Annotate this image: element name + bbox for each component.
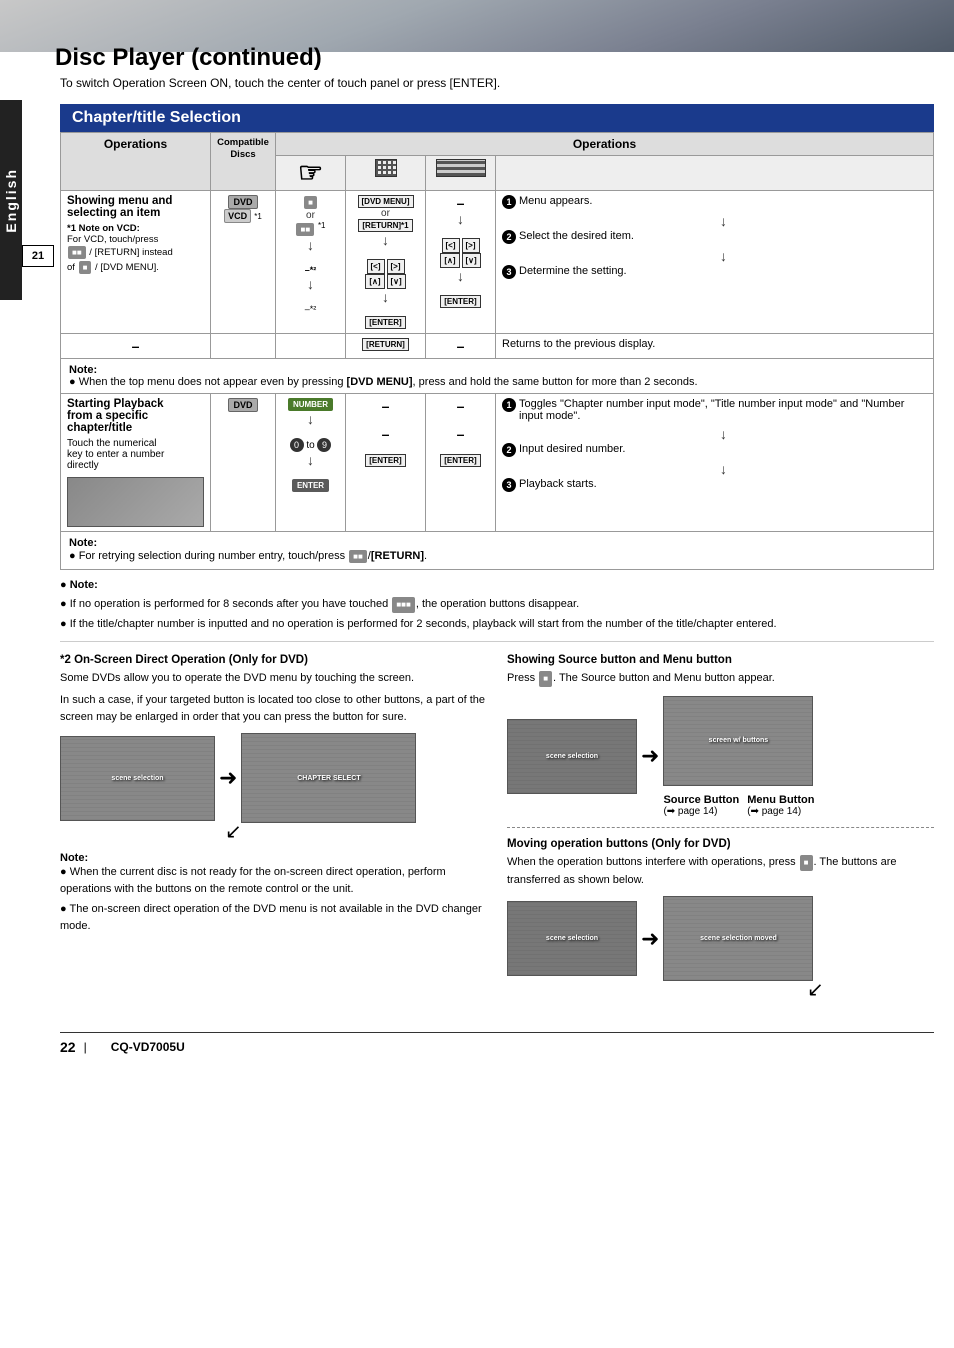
col-header-ops-span: Operations <box>276 133 934 156</box>
bottom-note-item1: If no operation is performed for 8 secon… <box>60 596 934 613</box>
section-title-bar: Chapter/title Selection <box>60 104 934 132</box>
main-content: To switch Operation Screen ON, touch the… <box>0 72 954 1055</box>
return-dash: – <box>61 333 211 358</box>
bottom-note-item2: If the title/chapter number is inputted … <box>60 617 934 632</box>
col-header-compatible: CompatibleDiscs <box>211 133 276 191</box>
section-title: Chapter/title Selection <box>72 109 241 126</box>
left-col-images: scene selection ➜ CHAPTER SELECT <box>60 733 487 823</box>
row1-col3: – ↓ [<] [>] [∧] [∨] ↓ <box>426 191 496 334</box>
right-screenshot-after: screen w/ buttons <box>663 696 813 786</box>
right-column: Showing Source button and Menu button Pr… <box>507 654 934 1003</box>
note-title: Note: <box>60 578 934 593</box>
operations-table: Operations CompatibleDiscs Operations ☞ <box>60 132 934 570</box>
note2-cell: Note: ● For retrying selection during nu… <box>61 531 934 569</box>
moving-arrow-icon: ➜ <box>641 926 659 952</box>
moving-body: When the operation buttons interfere wit… <box>507 854 934 889</box>
right-col-images: scene selection ➜ screen w/ buttons Sour… <box>507 696 934 817</box>
row1-compatible: DVD VCD *1 <box>211 191 276 334</box>
sub-header-result <box>496 156 934 191</box>
return-col2: [RETURN] <box>346 333 426 358</box>
note1-cell: Note: ● When the top menu does not appea… <box>61 358 934 393</box>
page-footer: 22 | CQ-VD7005U <box>60 1032 934 1055</box>
row1-result: 1 Menu appears. ↓ 2 Select the desired i… <box>496 191 934 334</box>
row2-result: 1 Toggles "Chapter number input mode", "… <box>496 393 934 531</box>
title-continued: (continued) <box>191 44 322 71</box>
sub-header-bars <box>426 156 496 191</box>
right-col-title: Showing Source button and Menu button <box>507 654 934 666</box>
screenshot-before: scene selection <box>60 736 215 821</box>
title-main: Disc Player <box>55 44 184 71</box>
subtitle-text: To switch Operation Screen ON, touch the… <box>60 72 934 98</box>
row2-operations: Starting Playbackfrom a specificchapter/… <box>61 393 211 531</box>
row2-compatible: DVD <box>211 393 276 531</box>
table-row-playback: Starting Playbackfrom a specificchapter/… <box>61 393 934 531</box>
bottom-notes: Note: If no operation is performed for 8… <box>60 578 934 642</box>
row1-operations: Showing menu andselecting an item *1 Not… <box>61 191 211 334</box>
footer-page-number: 22 <box>60 1039 76 1055</box>
right-arrow-icon: ➜ <box>641 743 659 769</box>
table-row-note2: Note: ● For retrying selection during nu… <box>61 531 934 569</box>
left-col-body1: Some DVDs allow you to operate the DVD m… <box>60 670 487 687</box>
moving-screenshot-before: scene selection <box>507 901 637 976</box>
footer-model-number: CQ-VD7005U <box>111 1040 185 1054</box>
right-col-body: Press ■. The Source button and Menu butt… <box>507 670 934 688</box>
row1-col1: ■ or ■■ *1 ↓ –*² ↓ –*² <box>276 191 346 334</box>
row2-col2: – – [ENTER] <box>346 393 426 531</box>
row2-col1: NUMBER ↓ 0 to 9 ↓ ENTER <box>276 393 346 531</box>
row1-col2: [DVD MENU] or [RETURN]*1 ↓ [<] [>] [∧] [… <box>346 191 426 334</box>
screenshot-after: CHAPTER SELECT <box>241 733 416 823</box>
sidebar-english-label: English <box>0 100 22 300</box>
page-title: Disc Player (continued) <box>55 44 322 72</box>
table-row-note1: Note: ● When the top menu does not appea… <box>61 358 934 393</box>
two-col-section: *2 On-Screen Direct Operation (Only for … <box>60 654 934 1003</box>
col-header-operations: Operations <box>61 133 211 191</box>
table-row: Showing menu andselecting an item *1 Not… <box>61 191 934 334</box>
return-col1-dash <box>276 333 346 358</box>
moving-images: scene selection ➜ scene selection moved <box>507 896 934 981</box>
moving-screenshot-after: scene selection moved <box>663 896 813 981</box>
sub-header-touch: ☞ <box>276 156 346 191</box>
left-col-body2: In such a case, if your targeted button … <box>60 692 487 725</box>
arrow-right-icon: ➜ <box>219 765 237 791</box>
row2-col3: – – [ENTER] <box>426 393 496 531</box>
right-screenshot-before: scene selection <box>507 719 637 794</box>
dashed-divider <box>507 827 934 828</box>
page-header: Disc Player (continued) <box>0 0 954 72</box>
keypad-image <box>67 477 204 527</box>
left-col-title: *2 On-Screen Direct Operation (Only for … <box>60 654 487 666</box>
table-row-return: – [RETURN] – Returns to the previous dis… <box>61 333 934 358</box>
return-compatible-empty <box>211 333 276 358</box>
page-number-box: 21 <box>22 245 54 267</box>
sub-header-grid <box>346 156 426 191</box>
return-result: Returns to the previous display. <box>496 333 934 358</box>
moving-title: Moving operation buttons (Only for DVD) <box>507 838 934 850</box>
page-number: 21 <box>32 250 44 262</box>
return-col3-dash: – <box>426 333 496 358</box>
title-block: Disc Player (continued) <box>55 44 322 72</box>
left-column: *2 On-Screen Direct Operation (Only for … <box>60 654 487 1003</box>
left-col-note: Note: ● When the current disc is not rea… <box>60 852 487 934</box>
